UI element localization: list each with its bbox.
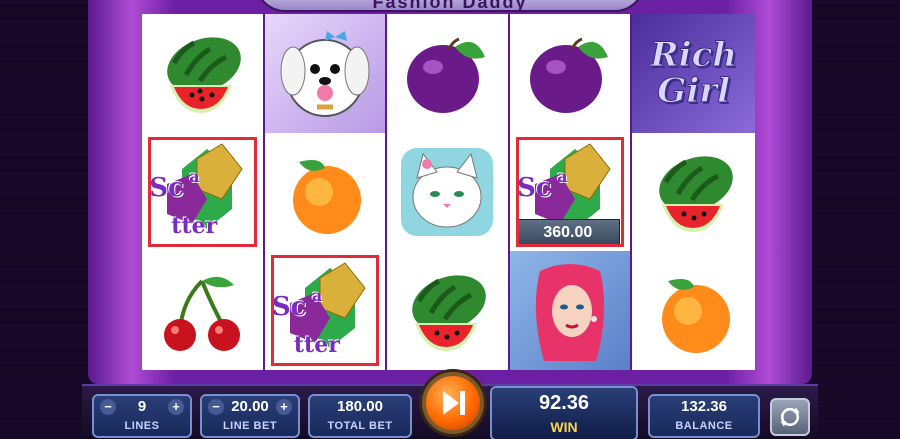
balance-display: 132.36 BALANCE <box>648 394 760 438</box>
spin-button[interactable] <box>422 372 484 434</box>
watermelon-icon <box>412 274 487 351</box>
line-bet-control: − 20.00 + LINE BET <box>200 394 300 438</box>
balance-label: BALANCE <box>675 420 733 432</box>
play-skip-icon <box>443 391 465 415</box>
reel-cell-r1-c4 <box>510 14 633 133</box>
reel-cell-r2-c5 <box>632 133 755 252</box>
lines-increase-button[interactable]: + <box>168 399 184 415</box>
plum-icon <box>530 37 609 114</box>
rich-girl-logo: Rich Girl <box>650 35 738 112</box>
cherry-icon <box>164 276 241 351</box>
reel-cell-r3-c5 <box>632 251 755 370</box>
dog-icon <box>280 31 370 118</box>
reel-cell-r3-c3 <box>387 251 510 370</box>
reel-cell-r2-c2 <box>265 132 388 252</box>
reel-cell-r2-c1: Sc a tter <box>142 132 265 252</box>
reel-grid: Rich Girl Sc a tter Sc a 360.00 Sc a tte… <box>142 14 755 370</box>
girl-portrait <box>535 263 605 361</box>
win-label: WIN <box>550 419 578 435</box>
win-amount-tag: 360.00 <box>515 219 620 246</box>
total-bet-display: 180.00 TOTAL BET <box>308 394 412 438</box>
scatter-icon: Sc a tter <box>147 139 257 244</box>
lines-decrease-button[interactable]: − <box>100 399 116 415</box>
peach-icon <box>661 278 730 353</box>
watermelon-icon <box>658 156 733 232</box>
line-bet-decrease-button[interactable]: − <box>208 399 224 415</box>
total-bet-value: 180.00 <box>337 398 383 415</box>
win-value: 92.36 <box>538 392 590 414</box>
reel-cell-r3-c1 <box>142 251 265 370</box>
game-title: Fashion Daddy <box>255 0 645 12</box>
control-console: − 9 + LINES − 20.00 + LINE BET 180.00 TO… <box>82 372 818 439</box>
reel-cell-r2-c3 <box>387 132 510 252</box>
lines-label: LINES <box>124 420 160 432</box>
reel-cell-r1-c3 <box>387 14 510 133</box>
watermelon-icon <box>167 37 242 114</box>
reel-cell-r2-c4: Sc a 360.00 <box>510 132 633 252</box>
peach-icon <box>292 159 361 234</box>
reel-cell-r1-c1 <box>142 14 265 133</box>
plum-icon <box>407 37 486 114</box>
win-display: 92.36 WIN <box>490 386 638 439</box>
balance-value: 132.36 <box>681 398 727 415</box>
reel-cell-r1-c2 <box>264 14 388 133</box>
line-bet-label: LINE BET <box>222 420 278 432</box>
total-bet-label: TOTAL BET <box>327 420 393 432</box>
line-bet-increase-button[interactable]: + <box>276 399 292 415</box>
refresh-gear-icon <box>780 407 800 427</box>
reel-cell-r1-c5: Rich Girl <box>632 14 755 133</box>
cat-icon <box>401 147 494 236</box>
reel-cell-r3-c2: Sc a tter <box>265 251 388 370</box>
reel-cell-r3-c4 <box>509 251 633 370</box>
lines-control: − 9 + LINES <box>92 394 192 438</box>
scatter-icon: Sc a tter <box>270 258 380 363</box>
settings-button[interactable] <box>770 398 810 436</box>
